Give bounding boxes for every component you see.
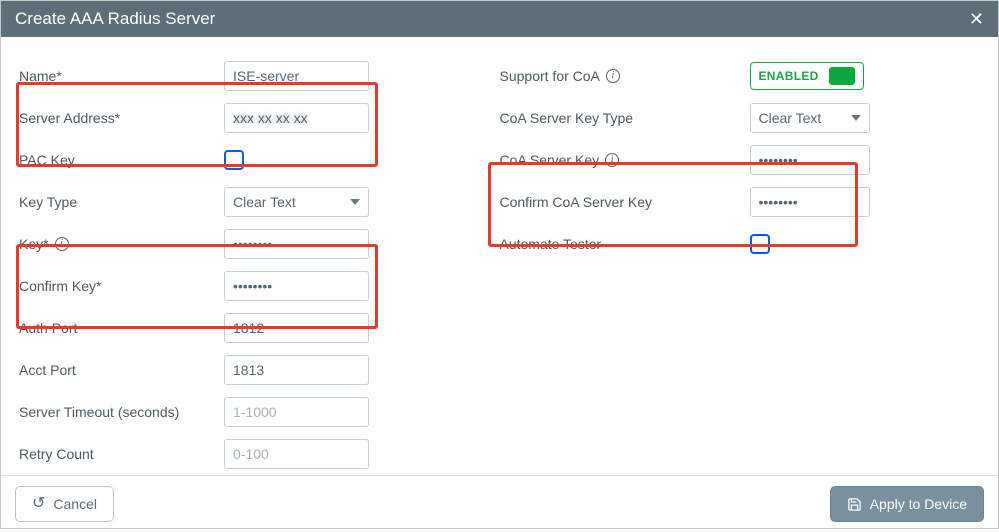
automate-tester-label: Automate Tester <box>500 236 750 252</box>
coa-key-input[interactable] <box>750 145 870 175</box>
info-icon[interactable]: i <box>55 237 69 251</box>
coa-key-label: CoA Server Key i <box>500 152 750 168</box>
undo-icon: ↺ <box>32 496 45 512</box>
auth-port-input[interactable] <box>224 313 369 343</box>
right-column: Support for CoA i ENABLED CoA Server Key… <box>500 55 981 475</box>
cancel-button[interactable]: ↺ Cancel <box>15 486 114 522</box>
caret-down-icon <box>851 115 861 121</box>
name-input[interactable] <box>224 61 369 91</box>
apply-to-device-button[interactable]: Apply to Device <box>830 486 984 522</box>
key-type-select[interactable]: Clear Text <box>224 187 369 217</box>
name-label: Name* <box>19 68 224 84</box>
toggle-state: ENABLED <box>759 69 819 83</box>
key-type-value: Clear Text <box>233 194 296 210</box>
auth-port-label: Auth Port <box>19 320 224 336</box>
automate-tester-checkbox[interactable] <box>750 234 770 254</box>
support-coa-toggle[interactable]: ENABLED <box>750 62 864 90</box>
save-icon <box>847 497 862 512</box>
confirm-key-label: Confirm Key* <box>19 278 224 294</box>
retry-count-input[interactable] <box>224 439 369 469</box>
server-address-input[interactable] <box>224 103 369 133</box>
coa-key-type-value: Clear Text <box>759 110 822 126</box>
modal-create-aaa-radius-server: Create AAA Radius Server ✕ Name* Server … <box>0 0 999 529</box>
apply-label: Apply to Device <box>870 496 967 512</box>
acct-port-label: Acct Port <box>19 362 224 378</box>
server-timeout-input[interactable] <box>224 397 369 427</box>
modal-header: Create AAA Radius Server ✕ <box>1 1 998 37</box>
retry-count-label: Retry Count <box>19 446 224 462</box>
key-type-label: Key Type <box>19 194 224 210</box>
confirm-coa-key-label: Confirm CoA Server Key <box>500 194 750 210</box>
left-column: Name* Server Address* PAC Key Key Type C… <box>19 55 500 475</box>
toggle-knob-icon <box>829 67 855 85</box>
support-coa-label: Support for CoA i <box>500 68 750 84</box>
close-icon[interactable]: ✕ <box>969 10 984 28</box>
key-input[interactable] <box>224 229 369 259</box>
confirm-coa-key-input[interactable] <box>750 187 870 217</box>
pac-key-label: PAC Key <box>19 152 224 168</box>
modal-title: Create AAA Radius Server <box>15 9 215 29</box>
caret-down-icon <box>350 199 360 205</box>
modal-footer: ↺ Cancel Apply to Device <box>1 475 998 532</box>
info-icon[interactable]: i <box>606 69 620 83</box>
confirm-key-input[interactable] <box>224 271 369 301</box>
server-timeout-label: Server Timeout (seconds) <box>19 404 224 420</box>
key-label: Key* i <box>19 236 224 252</box>
cancel-label: Cancel <box>53 496 97 512</box>
coa-key-type-label: CoA Server Key Type <box>500 110 750 126</box>
coa-key-type-select[interactable]: Clear Text <box>750 103 870 133</box>
acct-port-input[interactable] <box>224 355 369 385</box>
info-icon[interactable]: i <box>605 153 619 167</box>
modal-body: Name* Server Address* PAC Key Key Type C… <box>1 37 998 475</box>
server-address-label: Server Address* <box>19 110 224 126</box>
pac-key-checkbox[interactable] <box>224 150 244 170</box>
